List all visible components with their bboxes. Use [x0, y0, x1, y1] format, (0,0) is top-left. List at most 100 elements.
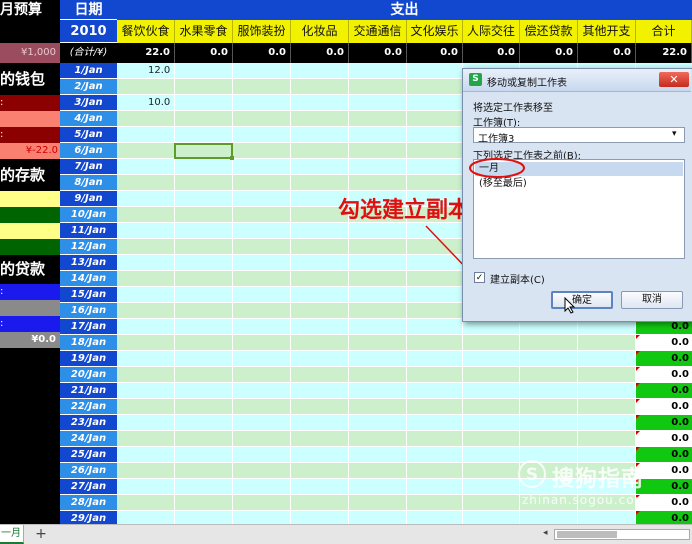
grid-line [406, 319, 407, 335]
date-cell[interactable]: 25/Jan [60, 447, 117, 463]
add-sheet-button[interactable]: + [33, 525, 49, 544]
close-button[interactable]: ✕ [659, 72, 689, 87]
column-header[interactable]: 交通通信 [349, 20, 407, 43]
grid-line [232, 447, 233, 463]
grid-line [232, 303, 233, 319]
table-row[interactable] [117, 383, 692, 399]
date-cell[interactable]: 20/Jan [60, 367, 117, 383]
column-header[interactable]: 偿还贷款 [520, 20, 578, 43]
table-row[interactable] [117, 431, 692, 447]
selected-cell[interactable] [174, 143, 233, 159]
date-cell[interactable]: 6/Jan [60, 143, 117, 159]
ok-button[interactable]: 确定 [551, 291, 613, 309]
date-cell[interactable]: 13/Jan [60, 255, 117, 271]
grid-line [290, 447, 291, 463]
grid-line [406, 159, 407, 175]
sheet-option[interactable]: (移至最后) [475, 177, 683, 191]
grid-line [462, 335, 463, 351]
table-row[interactable] [117, 511, 692, 524]
column-header[interactable]: 文化娱乐 [407, 20, 463, 43]
date-cell[interactable]: 7/Jan [60, 159, 117, 175]
year-cell[interactable]: 2010 [60, 20, 117, 43]
date-cell[interactable]: 18/Jan [60, 335, 117, 351]
column-total: 22.0 [117, 43, 175, 63]
column-header[interactable]: 其他开支 [578, 20, 636, 43]
table-row[interactable] [117, 351, 692, 367]
column-header[interactable]: 化妆品 [291, 20, 349, 43]
grid-line [462, 447, 463, 463]
grid-line [406, 271, 407, 287]
date-cell[interactable]: 19/Jan [60, 351, 117, 367]
cancel-button[interactable]: 取消 [621, 291, 683, 309]
grid-line [577, 431, 578, 447]
date-cell[interactable]: 26/Jan [60, 463, 117, 479]
grid-line [290, 319, 291, 335]
workbook-select[interactable]: 工作簿3 ▾ [473, 127, 685, 145]
column-total: 22.0 [636, 43, 692, 63]
grid-line [174, 511, 175, 524]
date-cell[interactable]: 22/Jan [60, 399, 117, 415]
scroll-left-icon[interactable]: ◂ [543, 528, 553, 540]
date-cell[interactable]: 2/Jan [60, 79, 117, 95]
watermark: S 搜狗指南 zhinan.sogou.com [518, 460, 688, 510]
grid-line [519, 367, 520, 383]
grid-line [232, 335, 233, 351]
date-cell[interactable]: 11/Jan [60, 223, 117, 239]
grid-line [290, 63, 291, 79]
date-cell[interactable]: 23/Jan [60, 415, 117, 431]
date-cell[interactable]: 3/Jan [60, 95, 117, 111]
entry-value[interactable]: 10.0 [148, 97, 170, 108]
entry-value[interactable]: 12.0 [148, 65, 170, 76]
wallet-title: 的钱包 [0, 63, 60, 95]
date-cell[interactable]: 10/Jan [60, 207, 117, 223]
grid-line [348, 143, 349, 159]
date-cell[interactable]: 14/Jan [60, 271, 117, 287]
column-header[interactable]: 餐饮伙食 [117, 20, 175, 43]
row-total: 0.0 [636, 415, 692, 431]
grid-line [462, 415, 463, 431]
grid-line [174, 95, 175, 111]
date-cell[interactable]: 8/Jan [60, 175, 117, 191]
grid-line [232, 63, 233, 79]
date-cell[interactable]: 21/Jan [60, 383, 117, 399]
wallet-item-3: : [0, 127, 60, 143]
column-header[interactable]: 合计 [636, 20, 692, 43]
grid-line [406, 495, 407, 511]
grid-line [290, 143, 291, 159]
date-cell[interactable]: 12/Jan [60, 239, 117, 255]
date-cell[interactable]: 28/Jan [60, 495, 117, 511]
grid-line [348, 127, 349, 143]
horizontal-scrollbar[interactable] [554, 529, 690, 540]
date-cell[interactable]: 4/Jan [60, 111, 117, 127]
table-row[interactable] [117, 399, 692, 415]
date-cell[interactable]: 17/Jan [60, 319, 117, 335]
column-header[interactable]: 服饰装扮 [233, 20, 291, 43]
date-cell[interactable]: 9/Jan [60, 191, 117, 207]
date-cell[interactable]: 27/Jan [60, 479, 117, 495]
comment-indicator-icon [636, 367, 640, 371]
sheet-tab[interactable]: 一月 [0, 525, 24, 544]
grid-line [174, 399, 175, 415]
date-cell[interactable]: 15/Jan [60, 287, 117, 303]
column-header[interactable]: 水果零食 [175, 20, 233, 43]
fill-handle[interactable] [230, 156, 234, 160]
scrollbar-thumb[interactable] [557, 531, 617, 538]
grid-line [290, 271, 291, 287]
create-copy-checkbox[interactable]: ✓ [474, 272, 485, 283]
grid-line [577, 367, 578, 383]
column-header[interactable]: 人际交往 [463, 20, 520, 43]
date-cell[interactable]: 16/Jan [60, 303, 117, 319]
dialog-titlebar[interactable]: S 移动或复制工作表 ✕ [463, 69, 691, 92]
table-row[interactable] [117, 335, 692, 351]
date-cell[interactable]: 29/Jan [60, 511, 117, 524]
table-row[interactable] [117, 367, 692, 383]
date-cell[interactable]: 5/Jan [60, 127, 117, 143]
date-cell[interactable]: 24/Jan [60, 431, 117, 447]
move-copy-dialog: S 移动或复制工作表 ✕ 将选定工作表移至 工作簿(T): 工作簿3 ▾ 下列选… [462, 68, 692, 322]
grid-line [577, 415, 578, 431]
annotation-text: 勾选建立副本 [338, 198, 471, 223]
date-cell[interactable]: 1/Jan [60, 63, 117, 79]
grid-line [406, 335, 407, 351]
grid-line [174, 239, 175, 255]
table-row[interactable] [117, 415, 692, 431]
